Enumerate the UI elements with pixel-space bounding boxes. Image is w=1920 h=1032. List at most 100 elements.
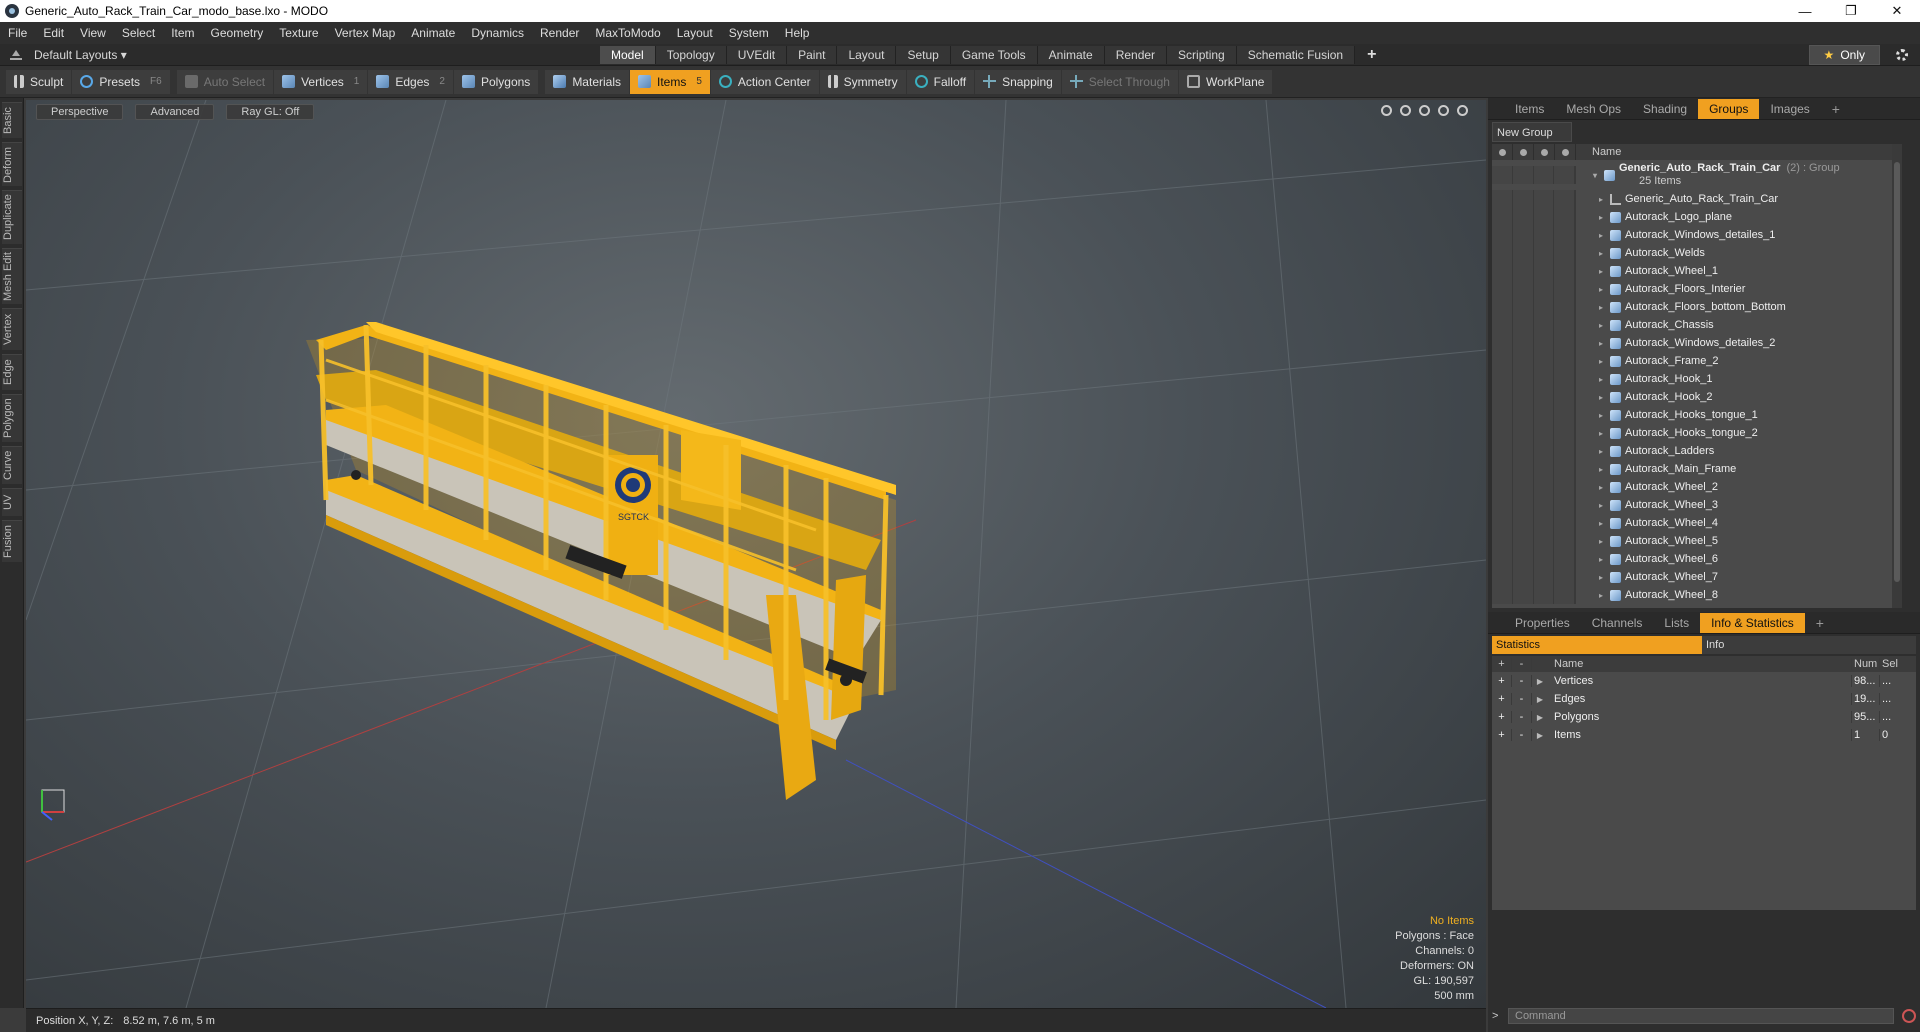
tab-uv[interactable]: UV	[2, 488, 22, 516]
visibility-col-icon[interactable]	[1492, 144, 1513, 160]
tab-lists[interactable]: Lists	[1653, 613, 1700, 633]
tab-edge[interactable]: Edge	[2, 354, 22, 390]
group-item-row[interactable]: ▸ Autorack_Wheel_4	[1492, 514, 1902, 532]
ray-gl-button[interactable]: Ray GL: Off	[226, 104, 315, 120]
expand-arrow-icon[interactable]: ▸	[1596, 519, 1606, 528]
menu-layout[interactable]: Layout	[669, 22, 721, 44]
tab-channels[interactable]: Channels	[1581, 613, 1654, 633]
menu-file[interactable]: File	[0, 22, 35, 44]
advanced-button[interactable]: Advanced	[135, 104, 215, 120]
group-item-row[interactable]: ▸ Autorack_Welds	[1492, 244, 1902, 262]
row-toggles[interactable]	[1492, 316, 1576, 334]
expand-arrow-icon[interactable]: ▸	[1596, 537, 1606, 546]
stats-row[interactable]: + - ▶ Items 1 0	[1492, 726, 1916, 744]
row-toggles[interactable]	[1492, 226, 1576, 244]
tab-fusion[interactable]: Fusion	[2, 520, 22, 562]
tab-animate[interactable]: Animate	[1037, 45, 1105, 64]
menu-texture[interactable]: Texture	[271, 22, 326, 44]
groups-scrollbar[interactable]	[1892, 144, 1902, 608]
tab-topology[interactable]: Topology	[655, 45, 727, 64]
gear-icon[interactable]	[1896, 48, 1908, 61]
tab-uvedit[interactable]: UVEdit	[726, 45, 788, 64]
add-stat-icon[interactable]: +	[1492, 675, 1512, 687]
expand-arrow-icon[interactable]: ▸	[1596, 213, 1606, 222]
row-toggles[interactable]	[1492, 280, 1576, 298]
group-item-row[interactable]: ▸ Autorack_Windows_detailes_1	[1492, 226, 1902, 244]
tab-deform[interactable]: Deform	[2, 142, 22, 186]
group-item-row[interactable]: ▸ Autorack_Floors_bottom_Bottom	[1492, 298, 1902, 316]
tab-properties[interactable]: Properties	[1504, 613, 1581, 633]
group-item-row[interactable]: ▸ Autorack_Logo_plane	[1492, 208, 1902, 226]
row-toggles[interactable]	[1492, 166, 1576, 184]
select-col-icon[interactable]	[1555, 144, 1576, 160]
expand-arrow-icon[interactable]: ▸	[1596, 303, 1606, 312]
row-toggles[interactable]	[1492, 514, 1576, 532]
layout-selector[interactable]: Default Layouts ▾	[0, 48, 600, 62]
add-stat-icon[interactable]: +	[1492, 711, 1512, 723]
tab-curve[interactable]: Curve	[2, 446, 22, 484]
move-view-icon[interactable]	[1381, 105, 1392, 116]
tab-basic[interactable]: Basic	[2, 102, 22, 138]
perspective-button[interactable]: Perspective	[36, 104, 124, 120]
fit-view-icon[interactable]	[1438, 105, 1449, 116]
expand-arrow-icon[interactable]: ▸	[1596, 249, 1606, 258]
group-item-row[interactable]: ▸ Autorack_Hook_2	[1492, 388, 1902, 406]
menu-select[interactable]: Select	[114, 22, 163, 44]
row-toggles[interactable]	[1492, 244, 1576, 262]
group-item-row[interactable]: ▸ Autorack_Wheel_2	[1492, 478, 1902, 496]
menu-dynamics[interactable]: Dynamics	[463, 22, 532, 44]
only-toggle[interactable]: ★ Only	[1808, 44, 1880, 65]
row-toggles[interactable]	[1492, 496, 1576, 514]
group-item-row[interactable]: ▸ Autorack_Windows_detailes_2	[1492, 334, 1902, 352]
expand-arrow-icon[interactable]: ▸	[1596, 375, 1606, 384]
tab-info[interactable]: Info	[1702, 636, 1916, 654]
vertices-button[interactable]: Vertices 1	[274, 69, 368, 94]
menu-animate[interactable]: Animate	[403, 22, 463, 44]
tab-polygon[interactable]: Polygon	[2, 394, 22, 442]
remove-stat-icon[interactable]: -	[1512, 675, 1532, 687]
record-macro-icon[interactable]	[1902, 1009, 1916, 1023]
view-settings-gear-icon[interactable]	[1457, 105, 1468, 116]
remove-stat-icon[interactable]: -	[1512, 729, 1532, 741]
stats-row[interactable]: + - ▶ Polygons 95......	[1492, 708, 1916, 726]
tab-game-tools[interactable]: Game Tools	[950, 45, 1038, 64]
group-item-row[interactable]: ▸ Autorack_Chassis	[1492, 316, 1902, 334]
row-toggles[interactable]	[1492, 532, 1576, 550]
expand-arrow-icon[interactable]: ▸	[1596, 501, 1606, 510]
sculpt-button[interactable]: Sculpt	[6, 69, 72, 94]
group-item-row[interactable]: ▸ Autorack_Main_Frame	[1492, 460, 1902, 478]
group-item-row[interactable]: ▸ Autorack_Wheel_8	[1492, 586, 1902, 604]
items-button[interactable]: Items 5	[630, 69, 710, 94]
tab-groups[interactable]: Groups	[1698, 98, 1760, 119]
row-toggles[interactable]	[1492, 388, 1576, 406]
expand-arrow-icon[interactable]: ▸	[1596, 411, 1606, 420]
row-toggles[interactable]	[1492, 586, 1576, 604]
tab-schematic-fusion[interactable]: Schematic Fusion	[1236, 45, 1356, 64]
polygons-button[interactable]: Polygons	[453, 69, 539, 94]
tab-render[interactable]: Render	[1104, 45, 1168, 64]
close-button[interactable]: ✕	[1874, 0, 1920, 22]
group-item-row[interactable]: ▸ Autorack_Wheel_5	[1492, 532, 1902, 550]
expand-arrow-icon[interactable]: ▸	[1596, 429, 1606, 438]
new-group-button[interactable]: New Group	[1492, 122, 1572, 142]
3d-viewport[interactable]: SGTCK Perspective Advanced Ray GL: Off N…	[26, 100, 1486, 1008]
row-toggles[interactable]	[1492, 334, 1576, 352]
expand-arrow-icon[interactable]: ▸	[1596, 285, 1606, 294]
row-toggles[interactable]	[1492, 190, 1576, 208]
expand-arrow-icon[interactable]: ▸	[1596, 573, 1606, 582]
stats-row[interactable]: + - ▶ Edges 19......	[1492, 690, 1916, 708]
falloff-button[interactable]: Falloff	[906, 69, 975, 94]
minimize-button[interactable]: —	[1782, 0, 1828, 22]
tab-images[interactable]: Images	[1759, 99, 1820, 119]
expand-arrow-icon[interactable]: ▸	[1596, 267, 1606, 276]
edges-button[interactable]: Edges 2	[368, 69, 453, 94]
maximize-button[interactable]: ❐	[1828, 0, 1874, 22]
tab-mesh-ops[interactable]: Mesh Ops	[1555, 99, 1632, 119]
row-toggles[interactable]	[1492, 406, 1576, 424]
lock-col-icon[interactable]	[1534, 144, 1555, 160]
workplane-button[interactable]: WorkPlane	[1178, 69, 1273, 94]
tab-model[interactable]: Model	[600, 45, 656, 64]
stats-row[interactable]: + - ▶ Vertices 98......	[1492, 672, 1916, 690]
expand-stat-icon[interactable]: ▶	[1532, 713, 1548, 722]
row-toggles[interactable]	[1492, 298, 1576, 316]
